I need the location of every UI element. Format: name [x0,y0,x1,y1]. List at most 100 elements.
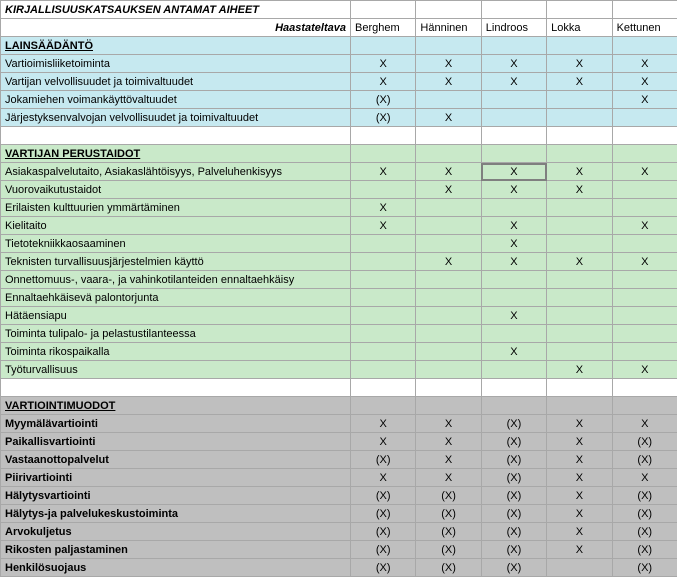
blank-cell[interactable] [612,127,677,145]
blank-cell[interactable] [481,397,546,415]
data-cell[interactable]: X [612,469,677,487]
data-cell[interactable] [351,361,416,379]
data-cell[interactable]: (X) [351,559,416,577]
blank-cell[interactable] [612,37,677,55]
data-cell[interactable] [547,235,612,253]
data-cell[interactable]: X [416,181,481,199]
data-cell[interactable]: X [416,415,481,433]
data-cell[interactable]: X [416,109,481,127]
data-cell[interactable]: X [547,73,612,91]
data-cell[interactable]: X [547,163,612,181]
blank-cell[interactable] [547,379,612,397]
column-header[interactable]: Hänninen [416,19,481,37]
data-cell[interactable]: X [351,469,416,487]
data-cell[interactable] [612,343,677,361]
data-cell[interactable] [612,307,677,325]
data-cell[interactable] [481,271,546,289]
blank-cell[interactable] [612,145,677,163]
data-cell[interactable]: X [481,235,546,253]
data-cell[interactable] [416,217,481,235]
data-cell[interactable]: X [416,55,481,73]
data-cell[interactable]: X [612,361,677,379]
data-cell[interactable]: (X) [481,487,546,505]
data-cell[interactable]: X [547,541,612,559]
data-cell[interactable] [416,235,481,253]
data-cell[interactable]: (X) [612,541,677,559]
data-cell[interactable]: (X) [351,541,416,559]
data-cell[interactable]: (X) [481,559,546,577]
row-label[interactable]: Arvokuljetus [1,523,351,541]
blank-cell[interactable] [481,1,546,19]
data-cell[interactable]: (X) [481,541,546,559]
blank-cell[interactable] [351,379,416,397]
data-cell[interactable] [351,271,416,289]
data-cell[interactable]: X [547,523,612,541]
data-cell[interactable]: (X) [351,487,416,505]
blank-cell[interactable] [612,379,677,397]
data-cell[interactable] [612,181,677,199]
blank-cell[interactable] [351,1,416,19]
blank-cell[interactable] [481,145,546,163]
data-cell[interactable] [416,307,481,325]
data-cell[interactable]: X [481,253,546,271]
data-cell[interactable] [612,235,677,253]
data-cell[interactable]: (X) [481,433,546,451]
data-cell[interactable] [481,289,546,307]
data-cell[interactable]: (X) [351,109,416,127]
section-title[interactable]: LAINSÄÄDÄNTÖ [1,37,351,55]
data-cell[interactable]: X [547,505,612,523]
data-cell[interactable]: X [416,73,481,91]
data-cell[interactable]: X [481,181,546,199]
data-cell[interactable]: X [416,253,481,271]
data-cell[interactable]: (X) [612,559,677,577]
data-cell[interactable] [416,289,481,307]
data-cell[interactable] [351,253,416,271]
row-label[interactable]: Erilaisten kulttuurien ymmärtäminen [1,199,351,217]
data-cell[interactable] [612,289,677,307]
data-cell[interactable]: X [481,307,546,325]
data-cell[interactable] [547,91,612,109]
data-cell[interactable] [547,271,612,289]
blank-cell[interactable] [416,379,481,397]
data-cell[interactable]: X [481,343,546,361]
row-label[interactable]: Rikosten paljastaminen [1,541,351,559]
row-label[interactable]: Vuorovaikutustaidot [1,181,351,199]
section-title[interactable]: VARTIOINTIMUODOT [1,397,351,415]
row-label[interactable]: Järjestyksenvalvojan velvollisuudet ja t… [1,109,351,127]
data-cell[interactable]: X [547,181,612,199]
row-label[interactable]: Jokamiehen voimankäyttövaltuudet [1,91,351,109]
row-label[interactable]: Hälytys-ja palvelukeskustoiminta [1,505,351,523]
data-cell[interactable]: X [547,433,612,451]
data-cell[interactable] [612,271,677,289]
data-cell[interactable] [416,361,481,379]
data-cell[interactable]: X [416,469,481,487]
data-cell[interactable] [351,325,416,343]
data-cell[interactable]: X [612,91,677,109]
data-cell[interactable]: X [416,451,481,469]
data-cell[interactable]: X [612,217,677,235]
data-cell[interactable]: (X) [416,541,481,559]
row-label[interactable]: Kielitaito [1,217,351,235]
data-cell[interactable]: (X) [612,451,677,469]
blank-cell[interactable] [351,37,416,55]
row-label[interactable]: Hälytysvartiointi [1,487,351,505]
row-label[interactable]: Onnettomuus-, vaara-, ja vahinkotilantei… [1,271,351,289]
data-cell[interactable]: X [547,487,612,505]
row-label[interactable]: Asiakaspalvelutaito, Asiakaslähtöisyys, … [1,163,351,181]
blank-cell[interactable] [1,127,351,145]
data-cell[interactable] [547,217,612,235]
row-header-sub[interactable]: Haastateltava [1,19,351,37]
data-cell[interactable] [547,325,612,343]
blank-cell[interactable] [547,37,612,55]
data-cell[interactable] [547,343,612,361]
data-cell[interactable]: X [547,451,612,469]
data-cell[interactable]: X [612,415,677,433]
row-label[interactable]: Vartijan velvollisuudet ja toimivaltuude… [1,73,351,91]
data-cell[interactable]: X [351,415,416,433]
data-cell[interactable] [612,109,677,127]
data-cell[interactable]: X [351,217,416,235]
blank-cell[interactable] [1,379,351,397]
row-label[interactable]: Vastaanottopalvelut [1,451,351,469]
data-cell[interactable] [481,199,546,217]
blank-cell[interactable] [547,145,612,163]
